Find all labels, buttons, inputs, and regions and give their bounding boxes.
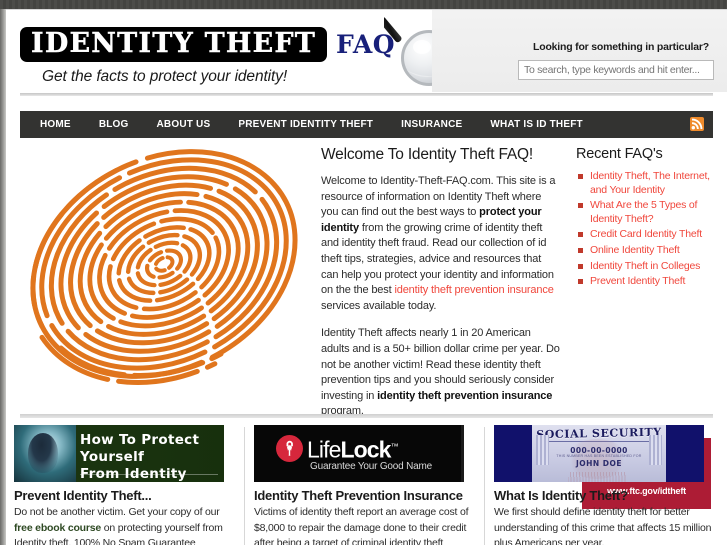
nav-item-insurance[interactable]: INSURANCE [387,111,476,138]
lifelock-lock: Lock [340,436,391,463]
column-separator [484,427,485,545]
site-header: IDENTITY THEFT FAQ Get the facts to prot… [6,10,727,102]
logo-badge: IDENTITY THEFT [20,27,328,62]
nav-item-home[interactable]: HOME [20,111,85,138]
sidebar-link-3[interactable]: Online Identity Theft [590,244,680,256]
page-container: IDENTITY THEFT FAQ Get the facts to prot… [6,9,727,545]
list-item[interactable]: Identity Theft in Colleges [576,260,716,274]
social-security-card: SOCIAL SECURITY 000-00-0000 THIS NUMBER … [532,425,666,482]
recent-faqs-list: Identity Theft, The Internet, and Your I… [576,170,716,289]
main-content: Welcome To Identity Theft FAQ! Welcome t… [6,138,727,509]
sidebar-link-5[interactable]: Prevent Identity Theft [590,275,685,287]
card-fineprint-text: THIS NUMBER HAS BEEN ESTABLISHED FOR [556,454,642,458]
sidebar-heading: Recent FAQ's [576,146,663,162]
c1-bold-1: free ebook course [14,521,102,534]
article-paragraph-1: Welcome to Identity-Theft-FAQ.com. This … [321,174,561,314]
list-item[interactable]: What Are the 5 Types of Identity Theft? [576,199,716,226]
article: Welcome To Identity Theft FAQ! Welcome t… [321,146,561,432]
list-item[interactable]: Online Identity Theft [576,244,716,258]
lifelock-wordmark: LifeLock™ [307,435,399,463]
browser-top-strip [0,0,727,9]
banner-line-1: How To Protect Yourself [80,432,200,465]
nav-item-what-is-id-theft[interactable]: WHAT IS ID THEFT [476,111,596,138]
search-panel: Looking for something in particular? [432,10,727,92]
column-title[interactable]: What Is Identity Theft? [494,488,718,503]
section-divider [20,414,713,418]
identity-theft-prevention-insurance-link[interactable]: identity theft prevention insurance [394,284,553,296]
column-title[interactable]: Prevent Identity Theft... [14,488,238,503]
lifelock-tagline: Guarantee Your Good Name [310,461,432,472]
sidebar-link-1[interactable]: What Are the 5 Types of Identity Theft? [590,199,697,225]
list-item[interactable]: Identity Theft, The Internet, and Your I… [576,170,716,197]
site-logo[interactable]: IDENTITY THEFT FAQ Get the facts to prot… [20,27,395,86]
banner-rule [80,474,218,475]
logo-row: IDENTITY THEFT FAQ [20,27,395,62]
lifelock-life: Life [307,436,341,463]
trademark-icon: ™ [390,442,399,452]
lifelock-logo: LifeLock™ [276,435,399,463]
p1-text-3: services available today. [321,299,437,312]
list-item[interactable]: Credit Card Identity Theft [576,228,716,242]
sidebar-link-2[interactable]: Credit Card Identity Theft [590,228,702,240]
column-body: Do not be another victim. Get your copy … [14,505,238,545]
card-fan-pattern [568,472,626,482]
nav-item-blog[interactable]: BLOG [85,111,143,138]
feature-columns: How To Protect Yourself From Identity Th… [6,425,727,545]
feature-column-what-is-identity-theft: SOCIAL SECURITY 000-00-0000 THIS NUMBER … [494,425,718,545]
article-paragraph-2: Identity Theft affects nearly 1 in 20 Am… [321,326,561,420]
column-body: We first should define identity theft fo… [494,506,712,545]
sidebar-link-4[interactable]: Identity Theft in Colleges [590,260,700,272]
p2-bold-1: identity theft prevention insurance [377,389,553,402]
card-name-text: JOHN DOE [575,459,623,468]
nav-item-about-us[interactable]: ABOUT US [143,111,225,138]
feature-column-identity-theft-prevention-insurance: LifeLock™ Guarantee Your Good Name Ident… [254,425,478,545]
page-title: Welcome To Identity Theft FAQ! [321,146,533,163]
banner-edge [461,425,464,482]
logo-main-text: IDENTITY THEFT [31,28,317,59]
main-navigation: HOME BLOG ABOUT US PREVENT IDENTITY THEF… [20,111,713,138]
no-spam-guarantee-link[interactable]: No Spam Guarantee [103,537,196,545]
lifelock-lock-icon [276,435,303,462]
sidebar-link-0[interactable]: Identity Theft, The Internet, and Your I… [590,170,710,196]
search-label: Looking for something in particular? [533,41,709,53]
column-separator [244,427,245,545]
header-divider [20,93,713,96]
column-title[interactable]: Identity Theft Prevention Insurance [254,488,478,503]
site-tagline: Get the facts to protect your identity! [42,68,288,85]
nav-item-prevent-identity-theft[interactable]: PREVENT IDENTITY THEFT [224,111,387,138]
fingerprint-image [14,142,314,397]
search-input[interactable] [518,60,714,80]
feature-column-prevent-identity-theft: How To Protect Yourself From Identity Th… [14,425,238,545]
how-to-protect-yourself-banner[interactable]: How To Protect Yourself From Identity Th… [14,425,224,482]
rss-icon[interactable] [690,117,704,131]
column-body: Victims of identity theft report an aver… [254,506,469,545]
banner-photo [14,425,76,482]
list-item[interactable]: Prevent Identity Theft [576,275,716,289]
c1-text-1: Do not be another victim. Get your copy … [14,506,220,518]
lifelock-banner[interactable]: LifeLock™ Guarantee Your Good Name [254,425,464,482]
social-security-card-banner[interactable]: SOCIAL SECURITY 000-00-0000 THIS NUMBER … [494,425,704,482]
sidebar: Recent FAQ's Identity Theft, The Interne… [576,146,716,291]
